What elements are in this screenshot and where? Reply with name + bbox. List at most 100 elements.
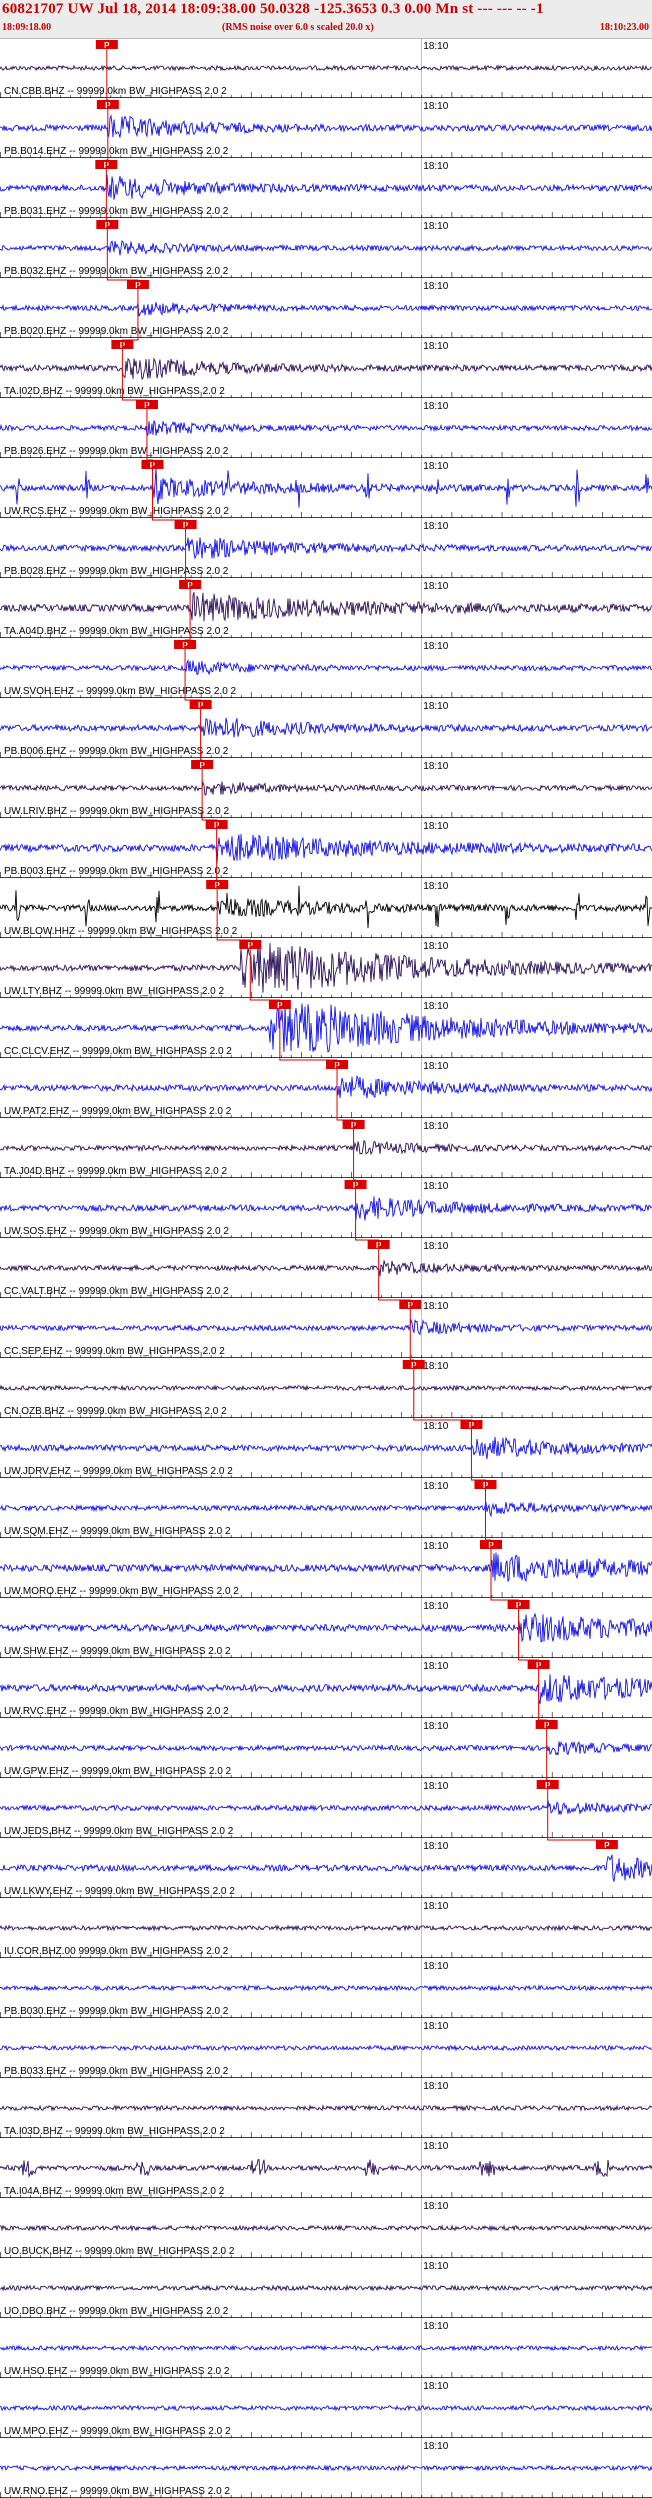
station-label: UW.LKWY.EHZ -- 99999.0km BW_HIGHPASS 2.0… (4, 1886, 235, 1897)
minute-marker-label: 18:10 (423, 2321, 448, 2332)
waveform (0, 834, 652, 864)
moveout-line (105, 49, 607, 1841)
minute-marker-label: 18:10 (423, 1241, 448, 1252)
station-label: UW.LTY.BHZ -- 99999.0km BW_HIGHPASS 2.0 … (4, 986, 225, 997)
waveform (0, 780, 652, 796)
trace-row: 18:10 UW.MORO.EHZ -- 99999.0km BW_HIGHPAS… (0, 1540, 652, 1598)
waveform (0, 2158, 652, 2178)
trace-row: 18:10 UW.LRIV.BHZ -- 99999.0km BW_HIGHPAS… (0, 760, 652, 818)
minute-marker-label: 18:10 (423, 701, 448, 712)
trace-row: 18:10 CN.CBB.BHZ -- 99999.0km BW_HIGHPASS… (0, 40, 652, 98)
station-label: UW.JEDS.BHZ -- 99999.0km BW_HIGHPASS 2.0… (4, 1826, 234, 1837)
pick-flag-label: P (604, 1841, 610, 1850)
start-time-label: 18:09:18.00 (2, 22, 52, 33)
event-title: 60821707 UW Jul 18, 2014 18:09:38.00 50.… (2, 1, 544, 17)
waveform (0, 1552, 652, 1583)
scaling-note: (RMS noise over 6.0 s scaled 20.0 x) (222, 22, 374, 33)
minute-marker-label: 18:10 (423, 2261, 448, 2272)
trace-row: 18:10 TA.A04D.BHZ -- 99999.0km BW_HIGHPAS… (0, 580, 652, 638)
trace-row: 18:10 TA.J04D.BHZ -- 99999.0km BW_HIGHPAS… (0, 1120, 652, 1178)
minute-marker-label: 18:10 (423, 1661, 448, 1672)
station-label: TA.I03D.BHZ -- 99999.0km BW_HIGHPASS 2.0… (4, 2126, 225, 2137)
minute-marker-label: 18:10 (423, 2081, 448, 2092)
station-label: TA.A04D.BHZ -- 99999.0km BW_HIGHPASS 2.0… (4, 626, 229, 637)
station-label: UW.SHW.EHZ -- 99999.0km BW_HIGHPASS 2.0 … (4, 1646, 231, 1657)
trace-row: 18:10 UW.RVC.EHZ -- 99999.0km BW_HIGHPASS… (0, 1660, 652, 1718)
waveform (0, 1800, 652, 1816)
minute-marker-label: 18:10 (423, 2021, 448, 2032)
waveform (0, 356, 652, 381)
minute-marker-label: 18:10 (423, 1841, 448, 1852)
waveform (0, 1436, 652, 1460)
trace-row: 18:10 IU.COR.BHZ.00 99999.0km BW_HIGHPASS… (0, 1901, 652, 1958)
trace-row: 18:10 PB.B031.EHZ -- 99999.0km BW_HIGHPAS… (0, 160, 652, 218)
station-label: UW.SQM.EHZ -- 99999.0km BW_HIGHPASS 2.0 … (4, 1526, 231, 1537)
station-label: UW.LRIV.BHZ -- 99999.0km BW_HIGHPASS 2.0… (4, 806, 230, 817)
station-label: PB.B006.EHZ -- 99999.0km BW_HIGHPASS 2.0… (4, 746, 229, 757)
waveform (0, 2044, 652, 2052)
waveform (0, 1984, 652, 1992)
station-label: CN.CBB.BHZ -- 99999.0km BW_HIGHPASS 2.0 … (4, 86, 227, 97)
trace-row: 18:10 UW.JEDS.BHZ -- 99999.0km BW_HIGHPAS… (0, 1780, 652, 1838)
trace-row: 18:10 UW.LKWY.EHZ -- 99999.0km BW_HIGHPAS… (0, 1840, 652, 1898)
minute-marker-label: 18:10 (423, 161, 448, 172)
minute-marker-label: 18:10 (423, 1361, 448, 1372)
station-label: IU.COR.BHZ.00 99999.0km BW_HIGHPASS 2.0 … (4, 1946, 229, 1957)
waveform (0, 2404, 652, 2412)
trace-row: 18:10 UW.SVOH.EHZ -- 99999.0km BW_HIGHPAS… (0, 640, 652, 698)
trace-row: 18:10 PB.B030.EHZ -- 99999.0km BW_HIGHPAS… (0, 1961, 652, 2018)
minute-marker-label: 18:10 (423, 641, 448, 652)
minute-marker-label: 18:10 (423, 461, 448, 472)
trace-row: 18:10 CC.CLCV.EHZ -- 99999.0km BW_HIGHPAS… (0, 1000, 652, 1058)
waveform (0, 658, 652, 676)
waveform (0, 2104, 652, 2112)
pick-flag-label: P (104, 41, 110, 50)
trace-row: 18:10 UW.RNO.EHZ -- 99999.0km BW_HIGHPASS… (0, 2441, 652, 2498)
station-label: UW.HSO.EHZ -- 99999.0km BW_HIGHPASS 2.0 … (4, 2366, 230, 2377)
minute-marker-label: 18:10 (423, 881, 448, 892)
trace-row: 18:10 PB.B014.EHZ -- 99999.0km BW_HIGHPAS… (0, 100, 652, 158)
waveform (0, 717, 652, 738)
record-header: 60821707 UW Jul 18, 2014 18:09:38.00 50.… (0, 0, 652, 39)
waveform (0, 1674, 652, 1705)
minute-marker-label: 18:10 (423, 101, 448, 112)
minute-marker-label: 18:10 (423, 1061, 448, 1072)
trace-row: 18:10 CC.SEP.EHZ -- 99999.0km BW_HIGHPASS… (0, 1300, 652, 1358)
waveform (0, 537, 652, 560)
trace-row: 18:10 TA.I02D.BHZ -- 99999.0km BW_HIGHPAS… (0, 340, 652, 398)
minute-marker-label: 18:10 (423, 1541, 448, 1552)
waveform (0, 2464, 652, 2472)
trace-row: 18:10 PB.B020.EHZ -- 99999.0km BW_HIGHPAS… (0, 280, 652, 338)
seismogram-plot: 18:10 CN.CBB.BHZ -- 99999.0km BW_HIGHPASS… (0, 38, 652, 2498)
station-label: CC.CLCV.EHZ -- 99999.0km BW_HIGHPASS 2.0… (4, 1046, 232, 1057)
waveform (0, 114, 652, 138)
minute-marker-label: 18:10 (423, 941, 448, 952)
station-label: PB.B033.EHZ -- 99999.0km BW_HIGHPASS 2.0… (4, 2066, 229, 2077)
waveform (0, 1740, 652, 1756)
minute-marker-label: 18:10 (423, 761, 448, 772)
minute-marker-label: 18:10 (423, 821, 448, 832)
station-label: TA.J04D.BHZ -- 99999.0km BW_HIGHPASS 2.0… (4, 1166, 227, 1177)
waveform (0, 1318, 652, 1336)
waveform (0, 1139, 652, 1156)
waveform (0, 885, 652, 929)
minute-marker-label: 18:10 (423, 341, 448, 352)
station-label: PB.B003.EHZ -- 99999.0km BW_HIGHPASS 2.0… (4, 866, 229, 877)
minute-marker-label: 18:10 (423, 581, 448, 592)
minute-marker-label: 18:10 (423, 1781, 448, 1792)
waveform (0, 2344, 652, 2352)
minute-marker-label: 18:10 (423, 281, 448, 292)
waveform (0, 1612, 652, 1643)
station-label: PB.B028.EHZ -- 99999.0km BW_HIGHPASS 2.0… (4, 566, 229, 577)
waveform (0, 1003, 652, 1053)
waveform (0, 174, 652, 200)
station-label: UW.GPW.EHZ -- 99999.0km BW_HIGHPASS 2.0 … (4, 1766, 232, 1777)
minute-marker-label: 18:10 (423, 401, 448, 412)
waveform (0, 1260, 652, 1277)
station-label: UW.BLOW.HHZ -- 99999.0km BW_HIGHPASS 2.0… (4, 926, 238, 937)
trace-row: 18:10 UW.GPW.EHZ -- 99999.0km BW_HIGHPASS… (0, 1720, 652, 1778)
trace-row: 18:10 PB.B033.EHZ -- 99999.0km BW_HIGHPAS… (0, 2021, 652, 2078)
minute-marker-label: 18:10 (423, 1001, 448, 1012)
minute-marker-label: 18:10 (423, 41, 448, 52)
waveform (0, 420, 652, 436)
